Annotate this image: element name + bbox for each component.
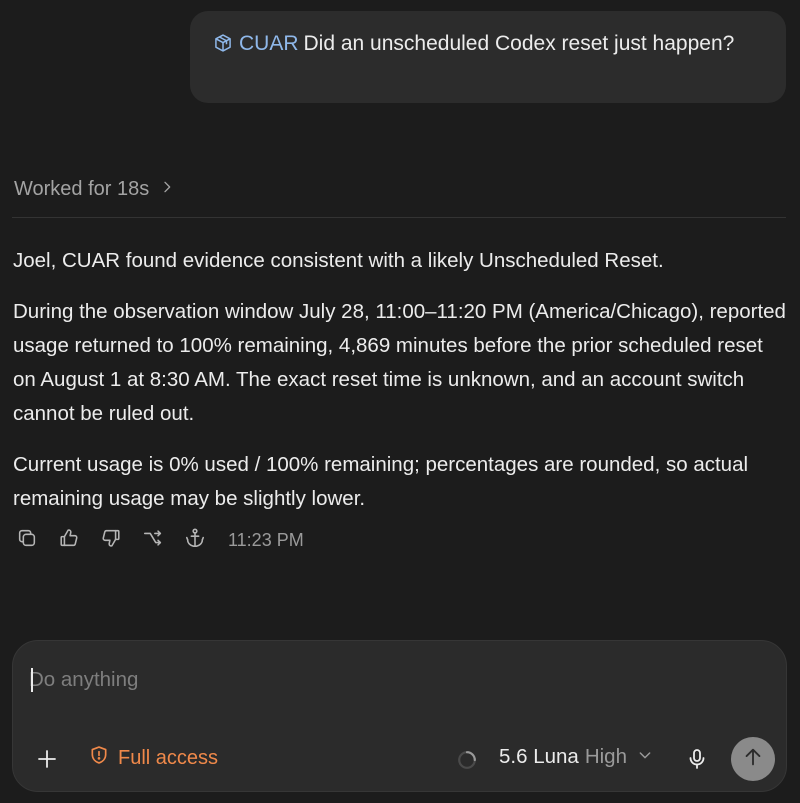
- plus-icon: [35, 750, 59, 775]
- anchor-icon: [184, 527, 206, 554]
- answer-paragraph: Current usage is 0% used / 100% remainin…: [13, 453, 749, 510]
- copy-icon: [16, 527, 38, 554]
- skill-tag-label[interactable]: CUAR: [239, 32, 299, 55]
- thumbs-down-button[interactable]: [100, 529, 122, 551]
- message-actions: 11:23 PM: [16, 527, 304, 553]
- microphone-icon: [685, 749, 709, 775]
- chevron-down-icon: [627, 745, 653, 769]
- prompt-input[interactable]: [29, 663, 769, 697]
- composer: Full access 5.6 Luna High: [12, 640, 787, 792]
- send-button[interactable]: [731, 737, 775, 781]
- divider: [12, 217, 786, 218]
- cube-icon: [213, 30, 233, 52]
- worked-for-toggle[interactable]: Worked for 18s: [14, 178, 175, 201]
- user-message-bubble: CUAR Did an unscheduled Codex reset just …: [190, 11, 786, 103]
- answer-paragraph: During the observation window July 28, 1…: [13, 300, 786, 425]
- thumbs-up-button[interactable]: [58, 527, 80, 554]
- thumbs-up-icon: [58, 527, 80, 554]
- loading-spinner-icon: [456, 749, 478, 771]
- branch-button[interactable]: [142, 529, 164, 551]
- message-timestamp: 11:23 PM: [228, 529, 304, 550]
- access-level-button[interactable]: Full access: [89, 745, 218, 771]
- chevron-right-icon: [159, 178, 175, 201]
- user-message-text: Did an unscheduled Codex reset just happ…: [303, 32, 735, 55]
- thumbs-down-icon: [100, 527, 122, 554]
- arrow-up-icon: [742, 746, 764, 773]
- branch-icon: [142, 527, 164, 554]
- microphone-button[interactable]: [685, 747, 709, 771]
- text-caret: [31, 668, 33, 692]
- chat-window: CUAR Did an unscheduled Codex reset just …: [0, 0, 800, 803]
- model-selector[interactable]: 5.6 Luna High: [499, 745, 653, 769]
- access-level-label: Full access: [118, 746, 219, 769]
- assistant-message: Joel, CUAR found evidence consistent wit…: [13, 244, 788, 533]
- model-effort: High: [584, 745, 627, 768]
- alert-shield-icon: [89, 745, 109, 771]
- copy-button[interactable]: [16, 529, 38, 551]
- model-name: 5.6 Luna: [499, 745, 579, 768]
- add-attachment-button[interactable]: [35, 747, 59, 771]
- answer-paragraph: Joel, CUAR found evidence consistent wit…: [13, 249, 664, 272]
- anchor-button[interactable]: [184, 527, 206, 554]
- worked-for-label: Worked for 18s: [14, 178, 150, 200]
